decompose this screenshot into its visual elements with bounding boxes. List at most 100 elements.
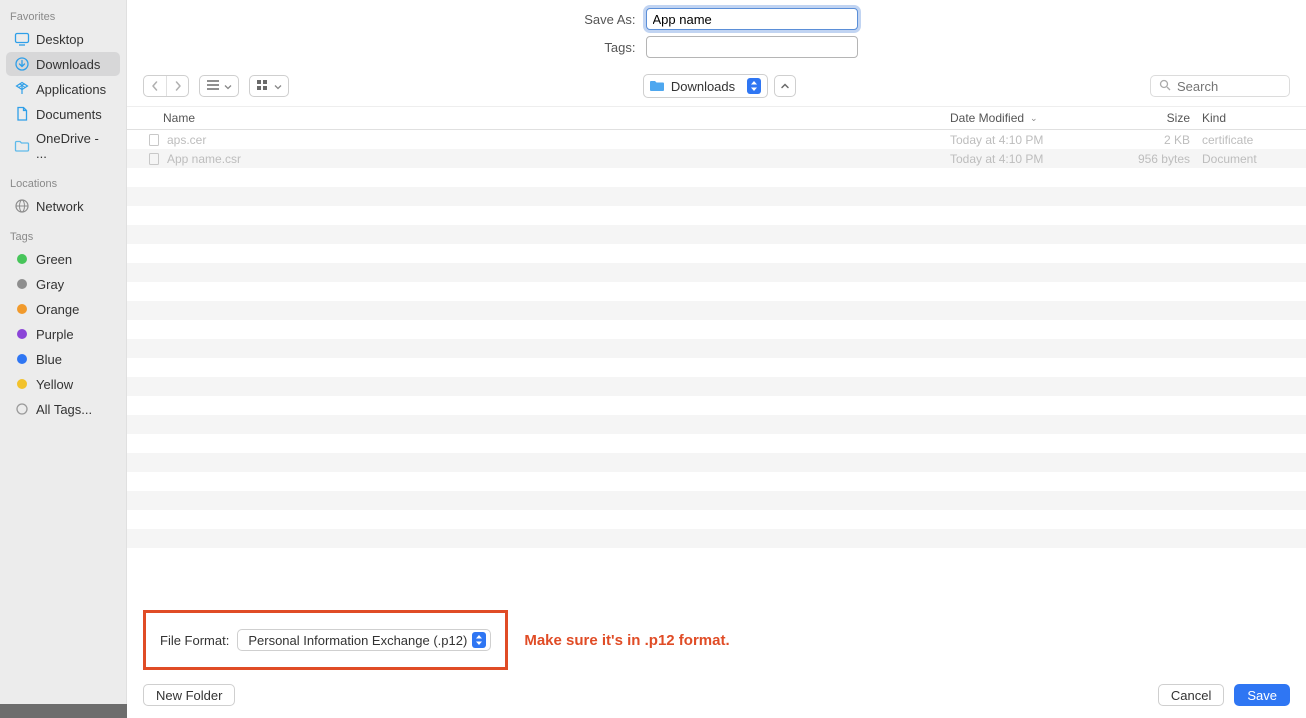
up-down-arrows-icon bbox=[472, 632, 486, 648]
list-view-icon bbox=[206, 79, 220, 94]
chevron-down-icon bbox=[224, 79, 232, 94]
table-row-empty bbox=[127, 206, 1306, 225]
save-button[interactable]: Save bbox=[1234, 684, 1290, 706]
sidebar-section-tags: Tags bbox=[0, 226, 126, 246]
tag-dot-icon bbox=[14, 351, 30, 367]
all-tags-icon bbox=[14, 401, 30, 417]
sidebar-item-documents[interactable]: Documents bbox=[6, 102, 120, 126]
sidebar-item-label: Purple bbox=[36, 327, 74, 342]
new-folder-button[interactable]: New Folder bbox=[143, 684, 235, 706]
sidebar-item-desktop[interactable]: Desktop bbox=[6, 27, 120, 51]
annotation-text: Make sure it's in .p12 format. bbox=[524, 632, 729, 649]
network-icon bbox=[14, 198, 30, 214]
toolbar: Downloads bbox=[127, 68, 1306, 106]
cancel-button[interactable]: Cancel bbox=[1158, 684, 1224, 706]
sidebar-item-all-tags[interactable]: All Tags... bbox=[6, 397, 120, 421]
tags-input[interactable] bbox=[646, 36, 858, 58]
tag-dot-icon bbox=[14, 276, 30, 292]
sidebar: Favorites Desktop Downloads Applications Do… bbox=[0, 0, 127, 718]
icon-view-icon bbox=[256, 79, 270, 94]
dialog-footer: New Folder Cancel Save bbox=[127, 670, 1306, 718]
search-box[interactable] bbox=[1150, 75, 1290, 97]
nav-back-button[interactable] bbox=[144, 76, 166, 96]
sidebar-tag-gray[interactable]: Gray bbox=[6, 272, 120, 296]
table-row-empty bbox=[127, 510, 1306, 529]
sidebar-item-label: Desktop bbox=[36, 32, 84, 47]
chevron-left-icon bbox=[150, 79, 160, 94]
sidebar-item-label: Blue bbox=[36, 352, 62, 367]
sidebar-item-downloads[interactable]: Downloads bbox=[6, 52, 120, 76]
dock-hint bbox=[0, 704, 127, 718]
save-as-input[interactable] bbox=[646, 8, 858, 30]
apps-icon bbox=[14, 81, 30, 97]
file-size: 956 bytes bbox=[1110, 152, 1190, 166]
group-by-button[interactable] bbox=[249, 75, 289, 97]
file-kind: certificate bbox=[1190, 133, 1290, 147]
sidebar-item-label: Gray bbox=[36, 277, 64, 292]
file-format-value: Personal Information Exchange (.p12) bbox=[248, 633, 467, 648]
column-header-name[interactable]: Name bbox=[143, 111, 950, 125]
chevron-right-icon bbox=[173, 79, 183, 94]
sidebar-item-label: Downloads bbox=[36, 57, 100, 72]
list-view-mode-button[interactable] bbox=[199, 75, 239, 97]
table-row[interactable]: aps.cerToday at 4:10 PM2 KBcertificate bbox=[127, 130, 1306, 149]
folder-icon bbox=[14, 138, 30, 154]
file-date: Today at 4:10 PM bbox=[950, 133, 1110, 147]
collapse-button[interactable] bbox=[774, 75, 796, 97]
table-row-empty bbox=[127, 396, 1306, 415]
sidebar-section-favorites: Favorites bbox=[0, 6, 126, 26]
location-label: Downloads bbox=[671, 79, 741, 94]
tags-label: Tags: bbox=[576, 40, 636, 55]
table-row-empty bbox=[127, 472, 1306, 491]
table-row-empty bbox=[127, 434, 1306, 453]
tag-dot-icon bbox=[14, 326, 30, 342]
table-row[interactable]: App name.csrToday at 4:10 PM956 bytesDoc… bbox=[127, 149, 1306, 168]
table-row-empty bbox=[127, 187, 1306, 206]
sidebar-item-label: Orange bbox=[36, 302, 79, 317]
table-row-empty bbox=[127, 491, 1306, 510]
column-header-row: Name Date Modified ⌄ Size Kind bbox=[127, 106, 1306, 130]
column-header-date[interactable]: Date Modified ⌄ bbox=[950, 111, 1110, 125]
table-row-empty bbox=[127, 263, 1306, 282]
table-row-empty bbox=[127, 168, 1306, 187]
table-row-empty bbox=[127, 453, 1306, 472]
search-icon bbox=[1159, 79, 1171, 94]
sidebar-tag-blue[interactable]: Blue bbox=[6, 347, 120, 371]
nav-forward-button[interactable] bbox=[166, 76, 188, 96]
sidebar-tag-orange[interactable]: Orange bbox=[6, 297, 120, 321]
sidebar-section-locations: Locations bbox=[0, 173, 126, 193]
column-header-kind[interactable]: Kind bbox=[1190, 111, 1290, 125]
nav-back-forward bbox=[143, 75, 189, 97]
save-as-label: Save As: bbox=[576, 12, 636, 27]
table-row-empty bbox=[127, 529, 1306, 548]
doc-icon bbox=[14, 106, 30, 122]
chevron-down-icon bbox=[274, 79, 282, 94]
file-kind: Document bbox=[1190, 152, 1290, 166]
file-name: aps.cer bbox=[167, 133, 206, 147]
sidebar-item-label: Documents bbox=[36, 107, 102, 122]
sidebar-item-onedrive[interactable]: OneDrive - ... bbox=[6, 127, 120, 165]
table-row-empty bbox=[127, 225, 1306, 244]
location-selector[interactable]: Downloads bbox=[643, 74, 768, 98]
search-input[interactable] bbox=[1177, 79, 1277, 94]
table-row-empty bbox=[127, 339, 1306, 358]
save-form: Save As: Tags: bbox=[127, 0, 1306, 68]
table-row-empty bbox=[127, 282, 1306, 301]
sidebar-item-label: Yellow bbox=[36, 377, 73, 392]
file-format-select[interactable]: Personal Information Exchange (.p12) bbox=[237, 629, 491, 651]
annotation-highlight-box: File Format: Personal Information Exchan… bbox=[143, 610, 508, 670]
sort-indicator-icon: ⌄ bbox=[1030, 113, 1038, 124]
column-header-size[interactable]: Size bbox=[1110, 111, 1190, 125]
sidebar-tag-yellow[interactable]: Yellow bbox=[6, 372, 120, 396]
file-format-label: File Format: bbox=[160, 633, 229, 648]
file-icon bbox=[147, 152, 161, 166]
sidebar-tag-green[interactable]: Green bbox=[6, 247, 120, 271]
file-name: App name.csr bbox=[167, 152, 241, 166]
table-row-empty bbox=[127, 377, 1306, 396]
table-row-empty bbox=[127, 358, 1306, 377]
sidebar-item-applications[interactable]: Applications bbox=[6, 77, 120, 101]
bottom-area: File Format: Personal Information Exchan… bbox=[127, 590, 1306, 670]
tag-dot-icon bbox=[14, 376, 30, 392]
sidebar-tag-purple[interactable]: Purple bbox=[6, 322, 120, 346]
sidebar-item-network[interactable]: Network bbox=[6, 194, 120, 218]
